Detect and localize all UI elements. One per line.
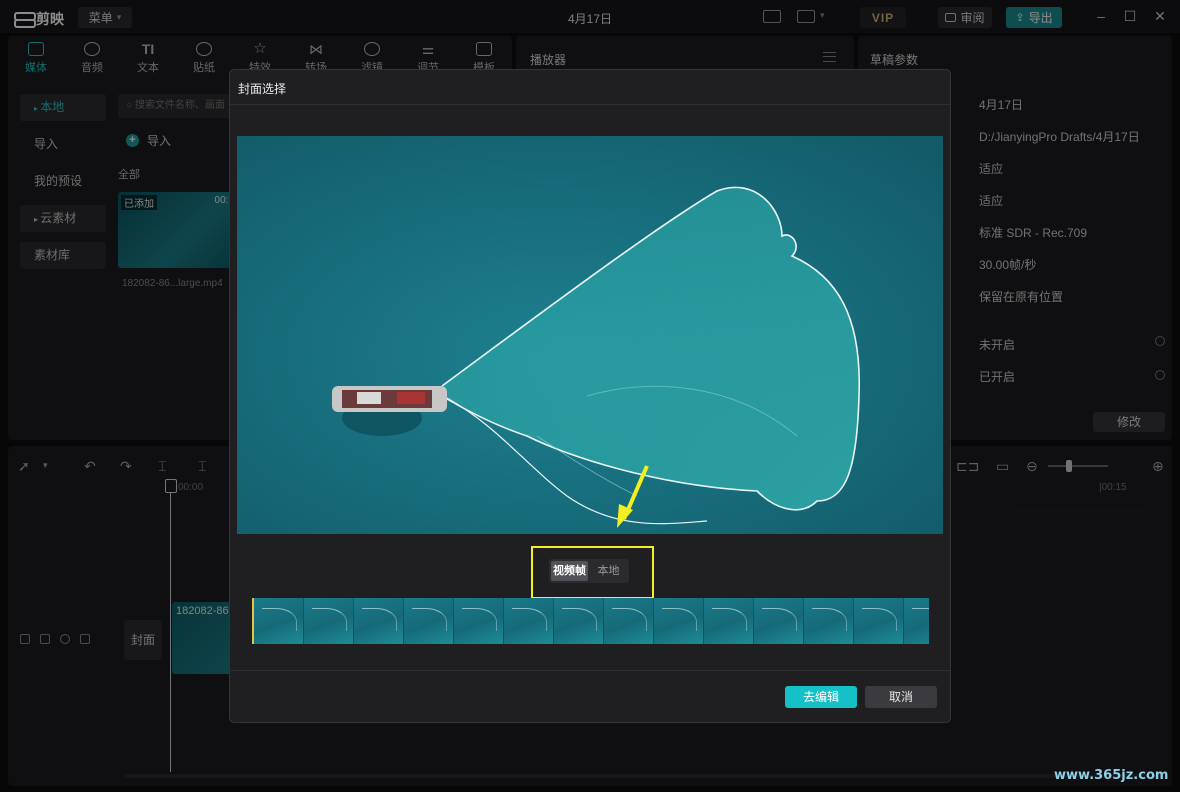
cover-selection-dialog: 封面选择 视频帧 本地 去编辑 取消 — [229, 69, 951, 723]
frame-thumb[interactable] — [554, 598, 604, 644]
frame-thumb[interactable] — [804, 598, 854, 644]
frame-thumb[interactable] — [854, 598, 904, 644]
frame-thumb[interactable] — [604, 598, 654, 644]
video-frame-tab[interactable]: 视频帧 — [551, 561, 588, 581]
site-watermark: www.365jz.com — [1054, 768, 1169, 783]
go-edit-button[interactable]: 去编辑 — [785, 686, 857, 708]
frame-strip[interactable] — [252, 598, 929, 644]
frame-thumb[interactable] — [404, 598, 454, 644]
cancel-button[interactable]: 取消 — [865, 686, 937, 708]
cover-preview-image — [237, 136, 943, 534]
frame-thumb[interactable] — [304, 598, 354, 644]
divider — [230, 670, 950, 671]
frame-thumb[interactable] — [904, 598, 929, 644]
frame-thumb[interactable] — [704, 598, 754, 644]
frame-thumb[interactable] — [454, 598, 504, 644]
dialog-title: 封面选择 — [238, 82, 287, 96]
frame-thumb[interactable] — [254, 598, 304, 644]
frame-thumb[interactable] — [654, 598, 704, 644]
frame-thumb[interactable] — [504, 598, 554, 644]
frame-thumb[interactable] — [754, 598, 804, 644]
fishing-net-photo — [237, 136, 943, 534]
cover-source-toggle: 视频帧 本地 — [549, 559, 629, 583]
local-tab[interactable]: 本地 — [590, 561, 627, 581]
divider — [230, 104, 950, 105]
frame-thumb[interactable] — [354, 598, 404, 644]
